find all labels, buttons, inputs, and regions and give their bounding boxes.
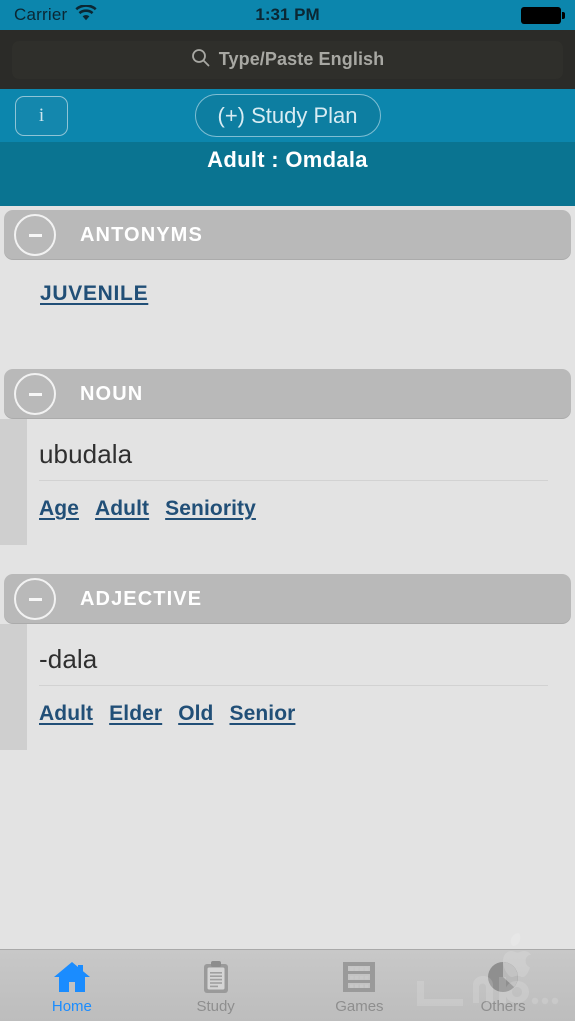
word-link-row: Age Adult Seniority: [27, 481, 575, 531]
section-gap: [0, 340, 575, 366]
minus-icon[interactable]: [14, 214, 56, 256]
status-bar: Carrier 1:31 PM: [0, 0, 575, 30]
tab-label: Home: [51, 998, 92, 1015]
toolbar: i (+) Study Plan: [0, 89, 575, 142]
search-input[interactable]: Type/Paste English: [12, 40, 563, 79]
headword: -dala: [39, 644, 98, 674]
section-header-adjective[interactable]: ADJECTIVE: [4, 574, 571, 624]
home-icon: [52, 960, 92, 994]
tab-home[interactable]: Home: [0, 950, 144, 1021]
section-header-noun[interactable]: NOUN: [4, 369, 571, 419]
info-button[interactable]: i: [15, 95, 68, 136]
search-icon: [191, 48, 210, 72]
clipboard-icon: [200, 960, 232, 994]
page-title: Adult : Omdala: [207, 147, 368, 172]
word-link[interactable]: Elder: [109, 702, 162, 726]
tab-label: Study: [196, 998, 235, 1015]
section-body-adjective: -dala Adult Elder Old Senior: [0, 624, 575, 750]
status-bar-left: Carrier: [14, 3, 97, 26]
tab-label: Others: [480, 998, 526, 1015]
section-adjective: ADJECTIVE -dala Adult Elder Old Senior: [0, 574, 575, 750]
wifi-icon: [75, 3, 97, 26]
tab-games[interactable]: Games: [288, 950, 432, 1021]
tab-study[interactable]: Study: [144, 950, 288, 1021]
headword: ubudala: [39, 439, 133, 469]
word-link[interactable]: Adult: [95, 497, 149, 521]
word-link[interactable]: Old: [178, 702, 213, 726]
section-antonyms: ANTONYMS JUVENILE: [0, 210, 575, 340]
word-link[interactable]: JUVENILE: [40, 282, 148, 305]
status-bar-right: [521, 6, 565, 24]
carrier-label: Carrier: [14, 5, 68, 24]
abacus-icon: [340, 960, 378, 994]
section-noun: NOUN ubudala Age Adult Seniority: [0, 369, 575, 545]
battery-icon: [521, 6, 565, 24]
study-plan-button[interactable]: (+) Study Plan: [194, 94, 381, 137]
entry-content[interactable]: ANTONYMS JUVENILE NOUN ubudala Age Adult: [0, 207, 575, 949]
section-title: ANTONYMS: [80, 223, 203, 246]
word-link[interactable]: Age: [39, 497, 79, 521]
pie-chart-icon: [486, 960, 520, 994]
tab-label: Games: [335, 998, 384, 1015]
tab-others[interactable]: Others: [431, 950, 575, 1021]
section-body-noun: ubudala Age Adult Seniority: [0, 419, 575, 545]
app-screen: Carrier 1:31 PM Type/Paste English i (+)…: [0, 0, 575, 1021]
word-link[interactable]: Senior: [229, 702, 295, 726]
search-bar: Type/Paste English: [0, 30, 575, 89]
word-link[interactable]: Adult: [39, 702, 93, 726]
section-body-antonyms: JUVENILE: [0, 260, 575, 340]
word-link-row: Adult Elder Old Senior: [27, 686, 575, 736]
tab-bar: Home Study Games Others: [0, 949, 575, 1021]
minus-icon[interactable]: [14, 578, 56, 620]
search-placeholder: Type/Paste English: [218, 49, 385, 69]
minus-icon[interactable]: [14, 373, 56, 415]
section-gap: [0, 545, 575, 571]
title-band: Adult : Omdala: [0, 142, 575, 206]
section-title: NOUN: [80, 382, 144, 405]
section-title: ADJECTIVE: [80, 587, 203, 610]
word-link[interactable]: Seniority: [165, 497, 256, 521]
section-header-antonyms[interactable]: ANTONYMS: [4, 210, 571, 260]
